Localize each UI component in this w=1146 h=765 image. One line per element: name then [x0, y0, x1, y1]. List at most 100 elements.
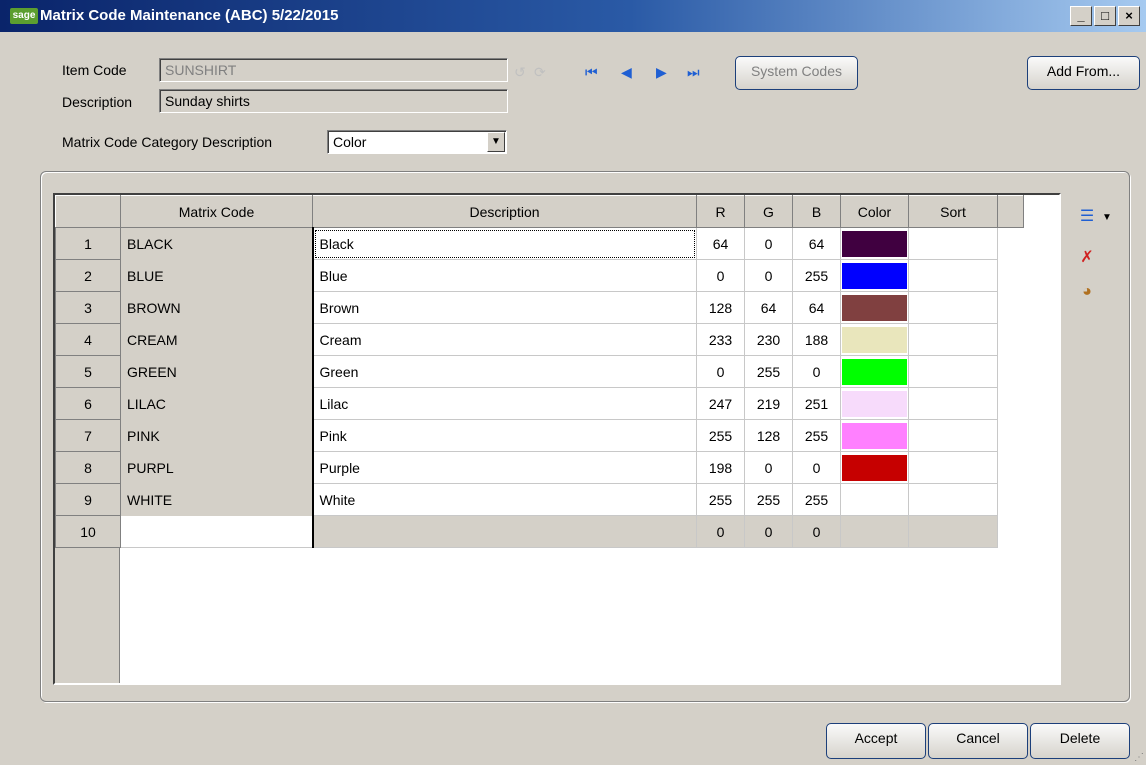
table-row[interactable]: 4 CREAM Cream 233 230 188: [55, 323, 1024, 356]
description-cell[interactable]: Lilac: [311, 387, 697, 420]
table-row[interactable]: 7 PINK Pink 255 128 255: [55, 419, 1024, 452]
r-cell[interactable]: 247: [696, 387, 745, 420]
table-row[interactable]: 2 BLUE Blue 0 0 255: [55, 259, 1024, 292]
r-cell[interactable]: 233: [696, 323, 745, 356]
description-field[interactable]: Sunday shirts: [159, 89, 508, 113]
delete-button[interactable]: Delete: [1030, 723, 1130, 759]
table-row[interactable]: 9 WHITE White 255 255 255: [55, 483, 1024, 516]
color-swatch-cell[interactable]: [840, 451, 909, 484]
color-swatch-cell[interactable]: [840, 419, 909, 452]
row-number[interactable]: 10: [55, 515, 121, 548]
row-number[interactable]: 2: [55, 259, 121, 292]
description-cell[interactable]: Pink: [311, 419, 697, 452]
g-cell[interactable]: 230: [744, 323, 793, 356]
category-select[interactable]: Color ▼: [327, 130, 507, 154]
maximize-button[interactable]: □: [1094, 6, 1116, 26]
matrix-code-cell[interactable]: PINK: [120, 419, 313, 452]
sort-cell[interactable]: [908, 419, 998, 452]
sort-cell[interactable]: [908, 323, 998, 356]
sort-cell[interactable]: [908, 355, 998, 388]
close-button[interactable]: ×: [1118, 6, 1140, 26]
table-row[interactable]: 3 BROWN Brown 128 64 64: [55, 291, 1024, 324]
b-cell[interactable]: 0: [792, 515, 841, 548]
row-number[interactable]: 3: [55, 291, 121, 324]
table-row[interactable]: 10 0 0 0: [55, 515, 1024, 548]
item-code-field[interactable]: SUNSHIRT: [159, 58, 508, 82]
chevron-down-icon[interactable]: ▼: [487, 132, 505, 152]
b-cell[interactable]: 255: [792, 483, 841, 516]
col-header-matrix-code[interactable]: Matrix Code: [120, 195, 313, 228]
cancel-button[interactable]: Cancel: [928, 723, 1028, 759]
description-cell[interactable]: Cream: [311, 323, 697, 356]
table-row[interactable]: 5 GREEN Green 0 255 0: [55, 355, 1024, 388]
g-cell[interactable]: 128: [744, 419, 793, 452]
col-header-r[interactable]: R: [696, 195, 745, 228]
description-cell[interactable]: Black: [311, 227, 697, 260]
next-record-icon[interactable]: ▶: [656, 64, 667, 81]
r-cell[interactable]: 64: [696, 227, 745, 260]
table-row[interactable]: 1 BLACK Black 64 0 64: [55, 227, 1024, 260]
sort-cell[interactable]: [908, 291, 998, 324]
row-number[interactable]: 8: [55, 451, 121, 484]
r-cell[interactable]: 255: [696, 419, 745, 452]
b-cell[interactable]: 64: [792, 227, 841, 260]
g-cell[interactable]: 0: [744, 259, 793, 292]
matrix-code-cell[interactable]: PURPL: [120, 451, 313, 484]
b-cell[interactable]: 255: [792, 259, 841, 292]
r-cell[interactable]: 0: [696, 259, 745, 292]
r-cell[interactable]: 198: [696, 451, 745, 484]
color-swatch-cell[interactable]: [840, 323, 909, 356]
color-swatch-cell[interactable]: [840, 483, 909, 516]
description-cell[interactable]: Purple: [311, 451, 697, 484]
color-swatch-cell[interactable]: [840, 387, 909, 420]
r-cell[interactable]: 128: [696, 291, 745, 324]
b-cell[interactable]: 188: [792, 323, 841, 356]
r-cell[interactable]: 0: [696, 515, 745, 548]
g-cell[interactable]: 255: [744, 355, 793, 388]
b-cell[interactable]: 251: [792, 387, 841, 420]
insert-dropdown-chevron-icon[interactable]: ▼: [1096, 212, 1118, 232]
first-record-icon[interactable]: ⏮: [585, 64, 598, 81]
table-row[interactable]: 6 LILAC Lilac 247 219 251: [55, 387, 1024, 420]
r-cell[interactable]: 255: [696, 483, 745, 516]
sort-cell[interactable]: [908, 259, 998, 292]
matrix-code-cell[interactable]: BLACK: [120, 227, 313, 260]
refresh-icon[interactable]: ⟳: [534, 64, 546, 81]
row-number[interactable]: 1: [55, 227, 121, 260]
row-number[interactable]: 9: [55, 483, 121, 516]
last-record-icon[interactable]: ⏭: [687, 64, 700, 81]
col-header-sort[interactable]: Sort: [908, 195, 998, 228]
previous-record-icon[interactable]: ◀: [621, 64, 632, 81]
minimize-button[interactable]: _: [1070, 6, 1092, 26]
color-palette-icon[interactable]: ◕: [1076, 283, 1098, 303]
resize-grip-icon[interactable]: ⋰: [1134, 752, 1144, 763]
g-cell[interactable]: 219: [744, 387, 793, 420]
g-cell[interactable]: 0: [744, 515, 793, 548]
color-swatch-cell[interactable]: [840, 355, 909, 388]
lookup-icon[interactable]: ↺: [514, 64, 526, 81]
accept-button[interactable]: Accept: [826, 723, 926, 759]
description-cell[interactable]: Brown: [311, 291, 697, 324]
g-cell[interactable]: 64: [744, 291, 793, 324]
g-cell[interactable]: 0: [744, 451, 793, 484]
sort-cell[interactable]: [908, 483, 998, 516]
sort-cell[interactable]: [908, 515, 998, 548]
row-number[interactable]: 5: [55, 355, 121, 388]
delete-row-icon[interactable]: ✗: [1076, 247, 1098, 267]
system-codes-button[interactable]: System Codes: [735, 56, 858, 90]
color-swatch-cell[interactable]: [840, 259, 909, 292]
matrix-code-cell[interactable]: CREAM: [120, 323, 313, 356]
col-header-b[interactable]: B: [792, 195, 841, 228]
description-cell[interactable]: White: [311, 483, 697, 516]
matrix-code-cell[interactable]: BLUE: [120, 259, 313, 292]
color-swatch-cell[interactable]: [840, 515, 909, 548]
color-swatch-cell[interactable]: [840, 227, 909, 260]
col-header-color[interactable]: Color: [840, 195, 909, 228]
sort-cell[interactable]: [908, 227, 998, 260]
row-number[interactable]: 7: [55, 419, 121, 452]
table-row[interactable]: 8 PURPL Purple 198 0 0: [55, 451, 1024, 484]
title-bar[interactable]: sage Matrix Code Maintenance (ABC) 5/22/…: [0, 0, 1146, 32]
r-cell[interactable]: 0: [696, 355, 745, 388]
b-cell[interactable]: 64: [792, 291, 841, 324]
matrix-code-grid[interactable]: Matrix Code Description R G B Color Sort…: [53, 193, 1061, 685]
